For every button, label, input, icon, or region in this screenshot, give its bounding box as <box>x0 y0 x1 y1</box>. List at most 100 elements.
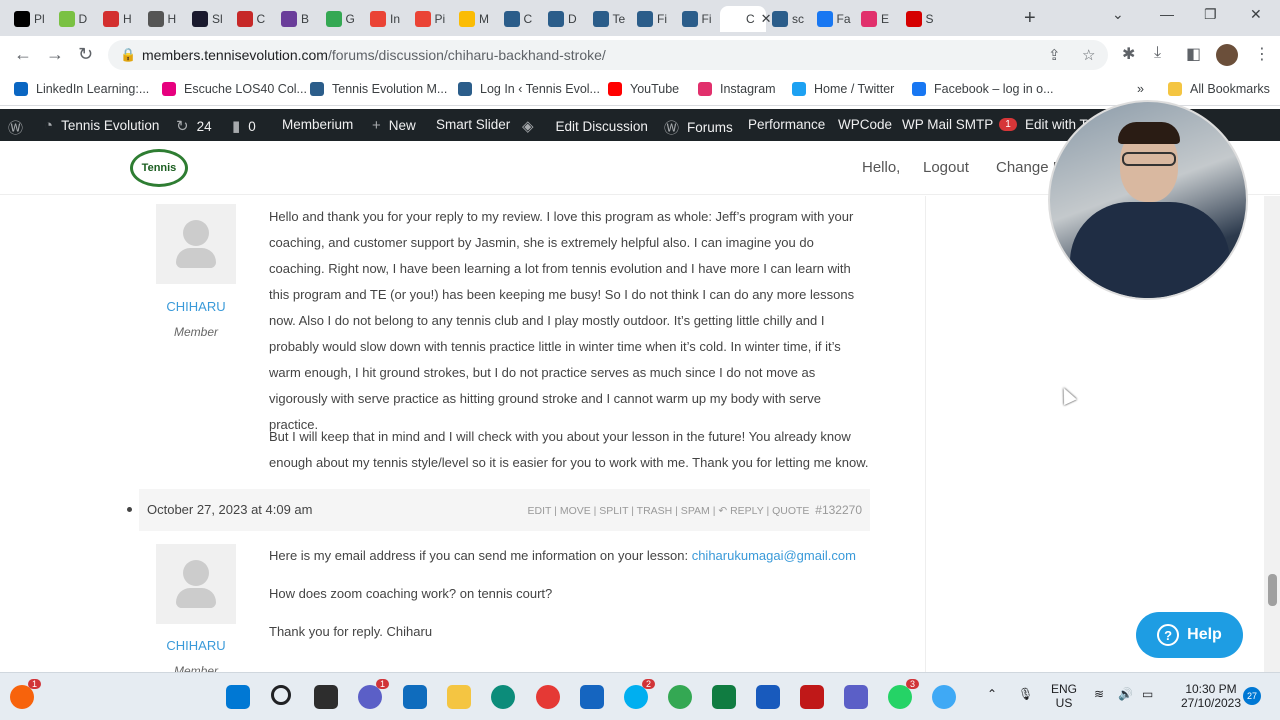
reply-avatar[interactable] <box>156 544 236 624</box>
admin-performance[interactable]: Performance <box>748 117 825 132</box>
bookmark-item[interactable]: Log In ‹ Tennis Evol... <box>458 82 600 96</box>
help-button[interactable]: ? Help <box>1136 612 1243 658</box>
bookmark-item[interactable]: Escuche LOS40 Col... <box>162 82 307 96</box>
side-panel-icon[interactable]: ◧ <box>1186 44 1201 64</box>
word-icon[interactable] <box>756 685 780 709</box>
clock[interactable]: 10:30 PM 27/10/2023 <box>1176 682 1246 710</box>
admin-comments[interactable]: ▮ 0 <box>232 117 256 135</box>
browser-tab[interactable]: C <box>231 6 267 32</box>
menu-icon[interactable]: ⋮ <box>1254 44 1270 64</box>
url-bar[interactable]: 🔒 members.tennisevolution.com/forums/dis… <box>108 40 1108 70</box>
opera-icon[interactable] <box>536 685 560 709</box>
browser-tab[interactable]: In <box>364 6 400 32</box>
admin-wpcode[interactable]: WPCode <box>838 117 892 132</box>
browser-tab[interactable]: C <box>498 6 534 32</box>
edge-icon[interactable] <box>491 685 515 709</box>
browser-tab[interactable]: G <box>320 6 356 32</box>
lock-icon[interactable]: 🔒 <box>120 47 136 63</box>
post-id[interactable]: #132270 <box>815 503 862 517</box>
bookmark-item[interactable]: Tennis Evolution M... <box>310 82 447 96</box>
volume-icon[interactable]: 🔊 <box>1118 687 1133 701</box>
bookmark-item[interactable]: YouTube <box>608 82 679 96</box>
snipping-tool-icon[interactable] <box>580 685 604 709</box>
browser-tab[interactable]: Fa <box>811 6 851 32</box>
close-window-button[interactable]: ✕ <box>1250 6 1262 23</box>
bookmark-item[interactable]: Home / Twitter <box>792 82 894 96</box>
scrollbar-thumb[interactable] <box>1268 574 1277 606</box>
browser-tab[interactable]: M <box>453 6 489 32</box>
whatsapp-icon[interactable]: 3 <box>888 679 919 709</box>
profile-avatar[interactable] <box>1216 44 1238 66</box>
admin-wp-mail-smtp[interactable]: WP Mail SMTP 1 <box>902 117 1017 132</box>
browser-tab[interactable]: Pi <box>409 6 445 32</box>
mcafee-icon[interactable] <box>800 685 824 709</box>
maximize-button[interactable]: ❐ <box>1204 6 1217 23</box>
bookmarks-overflow-icon[interactable]: » <box>1137 82 1144 96</box>
file-explorer-icon[interactable] <box>447 685 471 709</box>
admin-updates[interactable]: ↻ 24 <box>176 117 212 135</box>
browser-tab[interactable]: H <box>142 6 178 32</box>
task-view-icon[interactable] <box>314 685 338 709</box>
tray-overflow-icon[interactable]: ⌃ <box>987 687 997 701</box>
minimize-button[interactable]: — <box>1160 6 1174 22</box>
browser-tab[interactable]: C ✕ <box>720 6 772 32</box>
back-icon[interactable]: ← <box>14 44 32 65</box>
reply-text-2: But I will keep that in mind and I will … <box>269 429 869 470</box>
forward-icon[interactable]: → <box>46 44 64 65</box>
reply-author[interactable]: CHIHARU <box>156 638 236 653</box>
app-icon[interactable] <box>932 685 956 709</box>
url-text[interactable]: members.tennisevolution.com/forums/discu… <box>142 47 606 63</box>
language-indicator[interactable]: ENG US <box>1048 682 1080 710</box>
browser-tab[interactable]: B <box>275 6 311 32</box>
admin-edit-discussion[interactable]: ◈ Edit Discussion <box>522 117 648 135</box>
tab-search-icon[interactable]: ⌄ <box>1112 6 1124 23</box>
teams-icon[interactable] <box>844 685 868 709</box>
teams-chat-icon[interactable]: 1 <box>358 679 389 709</box>
search-icon[interactable] <box>271 685 291 705</box>
microphone-icon[interactable]: 🎙 <box>1018 687 1033 701</box>
share-icon[interactable]: ⇪ <box>1048 46 1061 64</box>
weather-icon[interactable]: 1 <box>10 679 41 709</box>
mail-icon[interactable] <box>403 685 427 709</box>
logout-link[interactable]: Logout <box>923 159 969 176</box>
browser-tab[interactable]: D <box>542 6 578 32</box>
browser-tab[interactable]: sc <box>766 6 804 32</box>
browser-tab[interactable]: Sl <box>186 6 223 32</box>
wifi-icon[interactable]: ≋ <box>1094 687 1104 701</box>
tennis-evolution-logo[interactable]: Tennis <box>130 149 188 187</box>
battery-icon[interactable]: ▭ <box>1142 687 1153 701</box>
email-link[interactable]: chiharukumagai@gmail.com <box>692 548 856 563</box>
browser-tab[interactable]: D <box>53 6 89 32</box>
bookmark-star-icon[interactable]: ☆ <box>1082 46 1095 64</box>
browser-tab[interactable]: Pl <box>8 6 45 32</box>
admin-site-name[interactable]: ◔ Tennis Evolution <box>44 117 159 134</box>
reply-avatar[interactable] <box>156 204 236 284</box>
wordpress-icon[interactable]: Ⓦ <box>8 117 31 138</box>
browser-tab[interactable]: Te <box>587 6 625 32</box>
browser-tab[interactable]: S <box>900 6 936 32</box>
reload-icon[interactable]: ↻ <box>78 44 93 65</box>
new-tab-button[interactable]: + <box>1024 7 1036 30</box>
browser-tab[interactable]: Fi <box>631 6 667 32</box>
bookmark-item[interactable]: Facebook – log in o... <box>912 82 1054 96</box>
extensions-icon[interactable]: ✱ <box>1122 44 1135 64</box>
page-scrollbar[interactable] <box>1264 196 1280 672</box>
bookmark-item[interactable]: Instagram <box>698 82 776 96</box>
browser-tab[interactable]: E <box>855 6 891 32</box>
browser-tab[interactable]: H <box>97 6 133 32</box>
windows-start-icon[interactable] <box>226 685 250 709</box>
chrome-icon[interactable] <box>668 685 692 709</box>
admin-smart-slider[interactable]: Smart Slider <box>436 117 510 132</box>
download-icon[interactable]: ⤓ <box>1154 44 1161 62</box>
admin-memberium[interactable]: Memberium <box>282 117 353 132</box>
excel-icon[interactable] <box>712 685 736 709</box>
browser-tab[interactable]: Fi <box>676 6 712 32</box>
bookmark-item[interactable]: LinkedIn Learning:... <box>14 82 149 96</box>
admin-new[interactable]: + New <box>372 117 416 134</box>
skype-icon[interactable]: 2 <box>624 679 655 709</box>
admin-forums[interactable]: Ⓦ Forums <box>664 117 733 138</box>
reply-author[interactable]: CHIHARU <box>156 299 236 314</box>
notification-count[interactable]: 27 <box>1243 687 1261 705</box>
all-bookmarks-folder[interactable]: All Bookmarks <box>1168 82 1270 96</box>
reply-actions[interactable]: EDIT | MOVE | SPLIT | TRASH | SPAM | ↶ R… <box>528 503 862 517</box>
